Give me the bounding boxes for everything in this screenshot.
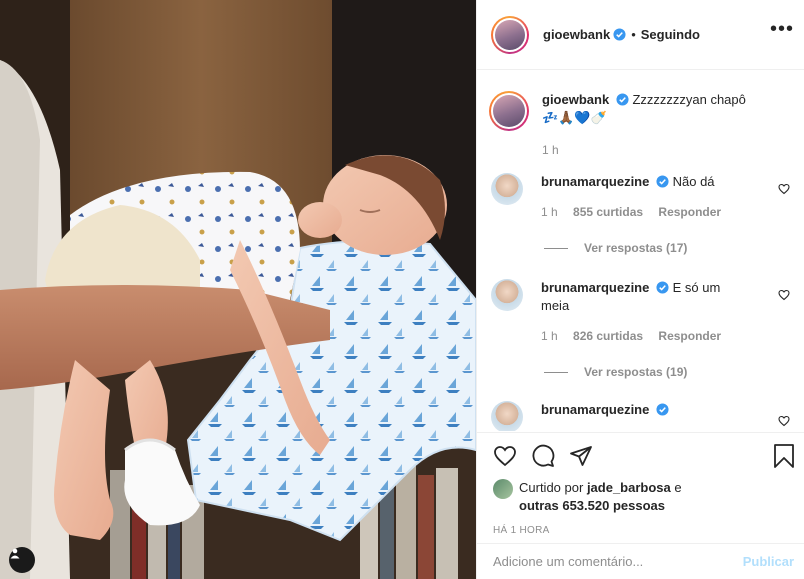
comment-likes[interactable]: 855 curtidas (573, 205, 643, 219)
comments-list[interactable]: gioewbank Zzzzzzzzyan chapô 💤🙏🏾💙🍼 1 h br… (477, 71, 804, 431)
comment-time[interactable]: 1 h (541, 329, 558, 343)
post-sidebar: gioewbank • Seguindo ••• gioewbank Zzzzz… (476, 0, 804, 579)
replies-divider (544, 371, 568, 373)
author-username[interactable]: gioewbank (543, 27, 610, 42)
comment-body: brunamarquezine (541, 401, 751, 431)
caption-avatar[interactable] (489, 91, 529, 131)
comment-time[interactable]: 1 h (541, 205, 558, 219)
user-tag-icon[interactable] (9, 547, 35, 573)
bookmark-icon[interactable] (772, 443, 796, 469)
comment-username[interactable]: brunamarquezine (541, 280, 649, 295)
add-comment-bar: Publicar (477, 543, 804, 579)
likes-prefix: Curtido por (519, 480, 584, 495)
comment-text: Não dá (672, 174, 715, 189)
post-header: gioewbank • Seguindo ••• (477, 0, 804, 70)
post-photo[interactable] (0, 0, 476, 579)
commenter-avatar[interactable] (491, 279, 523, 311)
view-replies-label[interactable]: Ver respostas (17) (584, 241, 687, 255)
baby-photo (0, 0, 476, 579)
caption-body: gioewbank Zzzzzzzzyan chapô 💤🙏🏾💙🍼 1 h (542, 91, 752, 159)
commenter-avatar[interactable] (491, 401, 523, 431)
publish-button[interactable]: Publicar (743, 554, 794, 569)
separator-dot: • (631, 27, 636, 42)
comment-meta: 1 h 855 curtidas Responder (541, 203, 751, 221)
reply-button[interactable]: Responder (658, 205, 721, 219)
comment-username[interactable]: brunamarquezine (541, 402, 649, 417)
verified-icon (616, 93, 629, 106)
liker-avatar[interactable] (493, 479, 513, 499)
comment-item: brunamarquezine (491, 401, 790, 431)
heart-icon[interactable] (778, 415, 790, 427)
replies-divider (544, 247, 568, 249)
post-time[interactable]: HÁ 1 HORA (493, 525, 788, 536)
verified-icon (656, 403, 669, 416)
verified-icon (613, 28, 626, 41)
caption-time[interactable]: 1 h (542, 143, 559, 157)
verified-icon (656, 281, 669, 294)
likes-summary: Curtido por jade_barbosa e outras 653.52… (493, 479, 788, 515)
action-icons (493, 433, 788, 479)
heart-icon[interactable] (778, 183, 790, 195)
likes-count[interactable]: outras 653.520 pessoas (519, 498, 665, 513)
comment-body: brunamarquezine Não dá 1 h 855 curtidas … (541, 173, 751, 221)
comment-meta: 1 h 826 curtidas Responder (541, 327, 751, 345)
caption-meta: 1 h (542, 141, 752, 159)
heart-icon[interactable] (493, 444, 517, 468)
heart-icon[interactable] (778, 289, 790, 301)
share-icon[interactable] (569, 444, 593, 468)
commenter-avatar[interactable] (491, 173, 523, 205)
caption-username[interactable]: gioewbank (542, 92, 609, 107)
comment-item: brunamarquezine Não dá 1 h 855 curtidas … (491, 173, 790, 221)
comment-username[interactable]: brunamarquezine (541, 174, 649, 189)
author-avatar[interactable] (491, 15, 529, 54)
view-replies[interactable]: Ver respostas (17) (544, 241, 790, 255)
caption: gioewbank Zzzzzzzzyan chapô 💤🙏🏾💙🍼 1 h (489, 91, 790, 159)
likes-text: Curtido por jade_barbosa e outras 653.52… (519, 479, 682, 515)
view-replies-label[interactable]: Ver respostas (19) (584, 365, 687, 379)
following-button[interactable]: Seguindo (641, 27, 700, 42)
verified-icon (656, 175, 669, 188)
reply-button[interactable]: Responder (658, 329, 721, 343)
more-icon[interactable]: ••• (770, 19, 794, 39)
comment-icon[interactable] (531, 444, 555, 468)
post-actions: Curtido por jade_barbosa e outras 653.52… (477, 432, 804, 544)
comment-item: brunamarquezine E só um meia 1 h 826 cur… (491, 279, 790, 345)
comment-likes[interactable]: 826 curtidas (573, 329, 643, 343)
liker-username[interactable]: jade_barbosa (587, 480, 671, 495)
likes-and: e (674, 480, 682, 495)
view-replies[interactable]: Ver respostas (19) (544, 365, 790, 379)
comment-input[interactable] (493, 554, 743, 569)
post-modal: gioewbank • Seguindo ••• gioewbank Zzzzz… (0, 0, 804, 579)
comment-body: brunamarquezine E só um meia 1 h 826 cur… (541, 279, 751, 345)
